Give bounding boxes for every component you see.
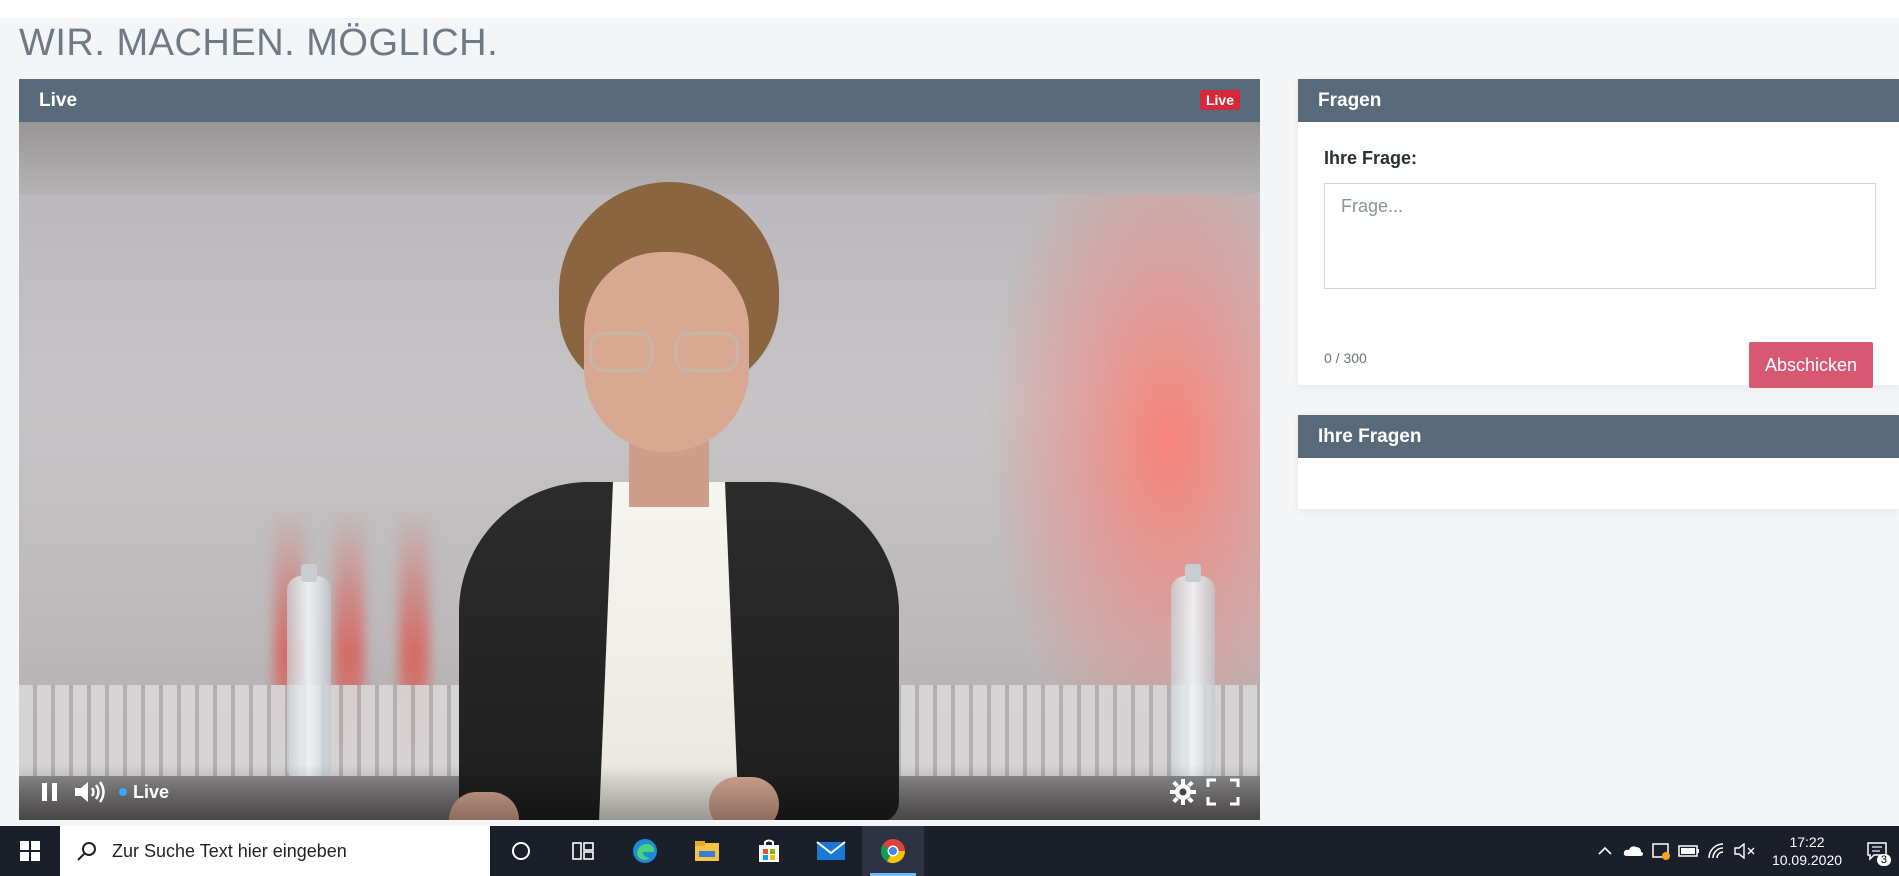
wifi-button[interactable] [1703,826,1731,876]
store-button[interactable] [738,826,800,876]
clock-date: 10.09.2020 [1771,852,1843,868]
my-questions-panel-title: Ihre Fragen [1318,425,1422,447]
water-bottle [287,564,331,776]
questions-panel-header: Fragen [1298,79,1899,122]
file-explorer-icon [695,841,719,861]
cortana-button[interactable] [490,826,552,876]
windows-logo-icon [20,841,40,861]
windows-taskbar: Zur Suche Text hier eingeben 17:22 10.09… [0,826,1899,876]
live-dot-icon [119,788,127,796]
security-tray-button[interactable] [1647,826,1675,876]
volume-muted-icon [1734,843,1755,859]
pause-icon [42,783,57,801]
tray-chevron-button[interactable] [1591,826,1619,876]
clock-time: 17:22 [1789,834,1825,850]
live-indicator-label: Live [133,781,170,802]
start-button[interactable] [0,826,60,876]
battery-icon [1678,845,1699,857]
video-player[interactable]: Live [19,122,1260,820]
taskbar-search-placeholder: Zur Suche Text hier eingeben [112,840,347,861]
store-icon [759,839,779,862]
top-strip [0,0,1899,18]
presenter-glasses [589,332,739,372]
live-badge: Live [1199,90,1240,110]
edge-icon [633,839,657,863]
video-panel-header: Live Live [19,79,1260,122]
chrome-icon [880,839,905,864]
fullscreen-button[interactable] [1206,775,1240,809]
edge-app-button[interactable] [614,826,676,876]
live-indicator[interactable]: Live [119,782,169,803]
questions-panel-title: Fragen [1318,89,1382,111]
taskbar-clock[interactable]: 17:22 10.09.2020 [1759,833,1855,869]
wifi-icon [1708,843,1724,859]
questions-panel: Fragen Ihre Frage: 0 / 300 Abschicken [1298,79,1899,388]
video-panel-title: Live [39,89,78,111]
chevron-up-icon [1598,846,1612,855]
pause-button[interactable] [33,775,67,809]
task-view-button[interactable] [552,826,614,876]
mail-button[interactable] [800,826,862,876]
file-explorer-button[interactable] [676,826,738,876]
page-title: WIR. MACHEN. MÖGLICH. [19,22,499,64]
volume-button[interactable] [73,775,107,809]
cortana-icon [512,842,530,860]
submit-question-button[interactable]: Abschicken [1748,342,1873,388]
task-view-icon [572,842,594,860]
cloud-icon [1623,846,1643,856]
question-label: Ihre Frage: [1324,148,1418,168]
my-questions-panel-header: Ihre Fragen [1298,415,1899,458]
water-bottle [1171,564,1215,776]
taskbar-search[interactable]: Zur Suche Text hier eingeben [60,826,490,876]
onedrive-button[interactable] [1619,826,1647,876]
video-panel: Live Live Live [19,79,1260,820]
notification-center-button[interactable]: 3 [1855,826,1899,876]
mail-icon [816,841,846,860]
volume-tray-button[interactable] [1731,826,1759,876]
search-icon [77,842,96,861]
player-controls-right [1166,775,1246,809]
fullscreen-icon [1206,778,1240,806]
battery-button[interactable] [1675,826,1703,876]
settings-button[interactable] [1166,775,1200,809]
presenter [439,182,919,820]
shield-icon [1652,843,1670,860]
my-questions-panel: Ihre Fragen [1298,415,1899,509]
volume-icon [75,781,105,803]
question-input[interactable] [1324,183,1876,289]
questions-form: Ihre Frage: 0 / 300 Abschicken [1298,122,1899,388]
chrome-button[interactable] [862,826,924,876]
character-counter: 0 / 300 [1324,350,1367,366]
player-controls: Live [19,764,1260,820]
notification-count: 3 [1876,854,1891,866]
settings-icon [1170,779,1196,805]
system-tray: 17:22 10.09.2020 3 [1591,826,1899,876]
